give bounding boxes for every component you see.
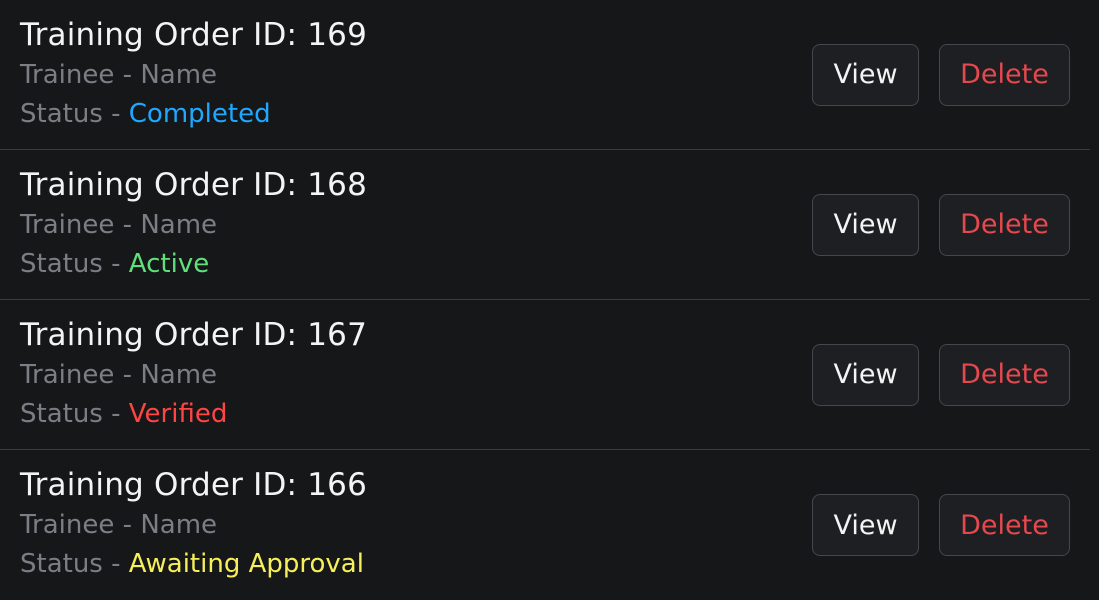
status-separator: - bbox=[102, 249, 129, 279]
order-info: Training Order ID: 166 Trainee - Name St… bbox=[20, 466, 367, 584]
delete-button[interactable]: Delete bbox=[939, 494, 1070, 556]
view-button[interactable]: View bbox=[812, 343, 919, 406]
status-value: Active bbox=[128, 249, 210, 279]
order-info: Training Order ID: 169 Trainee - Name St… bbox=[20, 16, 367, 134]
order-title: Training Order ID: 167 bbox=[20, 317, 368, 353]
status-separator: - bbox=[102, 399, 129, 429]
order-title: Training Order ID: 166 bbox=[20, 467, 368, 503]
status-line: Status - Awaiting Approval bbox=[20, 545, 367, 584]
trainee-label: Trainee bbox=[20, 510, 115, 540]
trainee-name: Name bbox=[140, 360, 218, 390]
order-actions: View Delete bbox=[812, 494, 1070, 556]
trainee-separator: - bbox=[114, 60, 141, 90]
status-value: Verified bbox=[128, 399, 228, 429]
order-row: Training Order ID: 168 Trainee - Name St… bbox=[0, 150, 1090, 300]
view-button[interactable]: View bbox=[812, 193, 919, 256]
view-button[interactable]: View bbox=[812, 43, 919, 106]
trainee-separator: - bbox=[114, 360, 141, 390]
order-row: Training Order ID: 166 Trainee - Name St… bbox=[0, 450, 1090, 600]
delete-button[interactable]: Delete bbox=[939, 193, 1070, 256]
order-actions: View Delete bbox=[812, 343, 1070, 406]
status-label: Status bbox=[20, 99, 103, 129]
status-label: Status bbox=[20, 549, 103, 579]
trainee-label: Trainee bbox=[20, 60, 115, 90]
status-value: Completed bbox=[128, 99, 271, 129]
trainee-line: Trainee - Name bbox=[20, 506, 367, 545]
trainee-separator: - bbox=[114, 210, 141, 240]
view-button[interactable]: View bbox=[812, 494, 919, 556]
trainee-separator: - bbox=[114, 510, 141, 540]
order-info: Training Order ID: 168 Trainee - Name St… bbox=[20, 166, 367, 284]
order-title: Training Order ID: 169 bbox=[20, 17, 368, 53]
trainee-name: Name bbox=[140, 510, 218, 540]
order-actions: View Delete bbox=[812, 193, 1070, 256]
trainee-line: Trainee - Name bbox=[20, 206, 367, 245]
status-separator: - bbox=[102, 99, 129, 129]
training-order-list: Training Order ID: 169 Trainee - Name St… bbox=[0, 0, 1090, 600]
order-actions: View Delete bbox=[812, 43, 1070, 106]
order-row: Training Order ID: 167 Trainee - Name St… bbox=[0, 300, 1090, 450]
order-info: Training Order ID: 167 Trainee - Name St… bbox=[20, 316, 367, 434]
status-label: Status bbox=[20, 249, 103, 279]
status-line: Status - Verified bbox=[20, 395, 367, 434]
order-title: Training Order ID: 168 bbox=[20, 167, 368, 203]
trainee-name: Name bbox=[140, 210, 218, 240]
trainee-name: Name bbox=[140, 60, 218, 90]
trainee-label: Trainee bbox=[20, 360, 115, 390]
delete-button[interactable]: Delete bbox=[939, 43, 1070, 106]
status-line: Status - Active bbox=[20, 245, 367, 284]
status-line: Status - Completed bbox=[20, 95, 367, 134]
status-separator: - bbox=[102, 549, 129, 579]
trainee-line: Trainee - Name bbox=[20, 56, 367, 95]
status-label: Status bbox=[20, 399, 103, 429]
trainee-line: Trainee - Name bbox=[20, 356, 367, 395]
delete-button[interactable]: Delete bbox=[939, 343, 1070, 406]
order-row: Training Order ID: 169 Trainee - Name St… bbox=[0, 0, 1090, 150]
trainee-label: Trainee bbox=[20, 210, 115, 240]
status-value: Awaiting Approval bbox=[128, 549, 364, 579]
